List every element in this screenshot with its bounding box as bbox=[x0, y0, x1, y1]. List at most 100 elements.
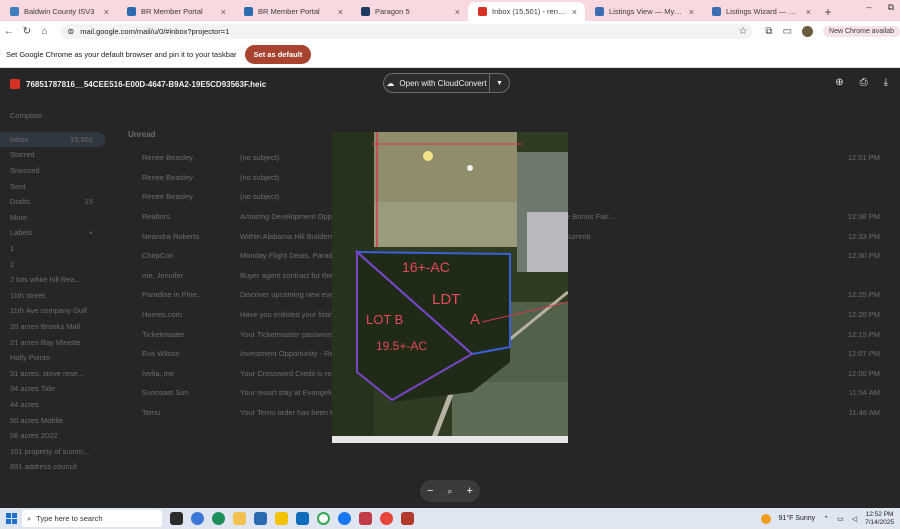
sidebar-item-label: 20 acres Brooks Mall bbox=[10, 322, 81, 332]
sidebar-item[interactable]: Starred bbox=[0, 147, 105, 163]
reload-button[interactable]: ↻ bbox=[18, 26, 36, 37]
mls-app-icon[interactable] bbox=[359, 512, 372, 525]
sidebar-item[interactable]: Holly Pointe bbox=[0, 350, 105, 366]
extensions-icon[interactable]: ⧉ bbox=[765, 26, 772, 37]
sidebar-item-label: 101 property of summ... bbox=[10, 446, 90, 456]
home-button[interactable]: ⌂ bbox=[36, 26, 54, 37]
row-sender: Neandra Roberts bbox=[142, 231, 200, 241]
tab-label: Listings View — My State MLS bbox=[609, 7, 684, 16]
tab-close-icon[interactable]: × bbox=[806, 7, 811, 17]
sidebar-item[interactable]: 891 address council bbox=[0, 459, 105, 475]
sidepanel-icon[interactable]: ▭ bbox=[783, 26, 792, 37]
chrome-profile-icon[interactable] bbox=[380, 512, 393, 525]
tab-close-icon[interactable]: × bbox=[455, 7, 460, 17]
taskbar-search-box[interactable]: ⌕ Type here to search bbox=[22, 510, 162, 527]
open-with-dropdown-icon[interactable]: ▼ bbox=[490, 80, 509, 87]
sidebar-item[interactable]: Drafts 15 bbox=[0, 194, 105, 210]
sidebar-item[interactable]: 11th street bbox=[0, 288, 105, 304]
sidebar-item[interactable]: 21 acres Bay Minette bbox=[0, 334, 105, 350]
sidebar-item[interactable]: More bbox=[0, 210, 105, 226]
facebook-icon[interactable] bbox=[338, 512, 351, 525]
tab-close-icon[interactable]: × bbox=[572, 7, 577, 17]
sidebar-item[interactable]: 11th Ave company Gulf bbox=[0, 303, 105, 319]
sidebar-item[interactable]: Inbox 15,501 bbox=[0, 131, 105, 148]
set-as-default-button[interactable]: Set as default bbox=[244, 44, 312, 64]
sticky-app-icon[interactable] bbox=[275, 512, 288, 525]
open-with-cloudconvert-button[interactable]: ☁ Open with CloudConvert bbox=[384, 74, 490, 92]
update-chrome-badge[interactable]: New Chrome availab bbox=[823, 25, 900, 37]
zoom-reset-icon[interactable]: ⌕ bbox=[447, 486, 452, 497]
sidebar-item[interactable]: Labels + bbox=[0, 225, 105, 241]
tab-2[interactable]: BR Member Portal × bbox=[234, 2, 351, 21]
sidebar-item[interactable]: 50 acres Mobile bbox=[0, 412, 105, 428]
sidebar-item[interactable]: 2 bbox=[0, 256, 105, 272]
sidebar-item[interactable]: 1 bbox=[0, 241, 105, 257]
tab-6[interactable]: Listings Wizard — My State MLS × bbox=[702, 2, 819, 21]
tab-1[interactable]: BR Member Portal × bbox=[117, 2, 234, 21]
chevron-up-icon[interactable]: ⌃ bbox=[823, 515, 829, 523]
sidebar-item-label: 1 bbox=[10, 244, 15, 254]
tab-label: Baldwin County ISV3 bbox=[24, 7, 95, 16]
sidebar-item[interactable]: 34 acres Tide bbox=[0, 381, 105, 397]
sidebar-item-label: More bbox=[10, 212, 28, 222]
zoom-in-button[interactable]: + bbox=[467, 485, 473, 497]
sidebar-item[interactable]: 44 acres bbox=[0, 397, 105, 413]
restore-button[interactable]: ⧉ bbox=[888, 2, 894, 13]
chrome-icon[interactable] bbox=[317, 512, 330, 525]
outlook-icon[interactable] bbox=[296, 512, 309, 525]
tab-label: BR Member Portal bbox=[258, 7, 320, 16]
address-bar[interactable]: ⊜ mail.google.com/mail/u/0/#inbox?projec… bbox=[59, 23, 754, 39]
aerial-photo-svg: 16+-AC LDT A LOT B 19.5+-AC bbox=[332, 132, 568, 443]
sidebar-item[interactable]: 101 property of summ... bbox=[0, 443, 105, 459]
tab-favicon-icon bbox=[478, 7, 487, 16]
row-sender: Temu bbox=[142, 408, 161, 418]
annotation-lot-a-acres: 16+-AC bbox=[402, 259, 450, 275]
tab-5[interactable]: Listings View — My State MLS × bbox=[585, 2, 702, 21]
file-explorer-icon[interactable] bbox=[233, 512, 246, 525]
store-icon[interactable] bbox=[254, 512, 267, 525]
print-icon[interactable]: ⎙ bbox=[860, 77, 868, 88]
tab-4[interactable]: Inbox (15,501) - reneedonede × bbox=[468, 2, 585, 21]
bookmark-star-icon[interactable]: ☆ bbox=[738, 26, 747, 37]
tab-close-icon[interactable]: × bbox=[338, 7, 343, 17]
sidebar-item[interactable]: 20 acres Brooks Mall bbox=[0, 319, 105, 335]
sidebar-item[interactable]: Sent bbox=[0, 178, 105, 194]
weather-text[interactable]: 91°F Sunny bbox=[779, 515, 816, 522]
download-icon[interactable]: ⤓ bbox=[884, 77, 888, 88]
network-icon[interactable]: ▭ bbox=[837, 515, 844, 523]
tab-favicon-icon bbox=[595, 7, 604, 16]
edge-icon[interactable] bbox=[212, 512, 225, 525]
new-tab-button[interactable]: + bbox=[819, 2, 837, 21]
copilot-icon[interactable] bbox=[191, 512, 204, 525]
add-to-drive-icon[interactable]: ⊕ bbox=[835, 77, 843, 88]
tab-close-icon[interactable]: × bbox=[104, 7, 109, 17]
tab-close-icon[interactable]: × bbox=[221, 7, 226, 17]
minimize-button[interactable]: – bbox=[867, 2, 872, 13]
tab-0[interactable]: Baldwin County ISV3 × bbox=[0, 2, 117, 21]
task-view-icon[interactable] bbox=[170, 512, 183, 525]
sidebar-item-label: 11th street bbox=[10, 290, 45, 300]
sidebar-item[interactable]: Snoozed bbox=[0, 163, 105, 179]
viewer-actions: ⊕ ⎙ ⤓ bbox=[835, 77, 888, 88]
row-sender: Homes.com bbox=[142, 310, 183, 320]
tab-label: Inbox (15,501) - reneedonede bbox=[492, 7, 567, 16]
zoom-out-button[interactable]: − bbox=[427, 485, 433, 497]
viewer-header: 76851787816__54CEE516-E00D-4647-B9A2-19E… bbox=[0, 68, 900, 100]
volume-icon[interactable]: ◁ bbox=[852, 515, 857, 523]
site-info-icon[interactable]: ⊜ bbox=[68, 27, 75, 36]
sidebar-item[interactable]: 31 acres, stove rese... bbox=[0, 366, 105, 382]
tab-3[interactable]: Paragon 5 × bbox=[351, 2, 468, 21]
row-date: 12:20 PM bbox=[847, 310, 880, 320]
sidebar-item[interactable]: 2 lots white hill Rea... bbox=[0, 272, 105, 288]
sidebar-item[interactable]: 56 acres 2022 bbox=[0, 428, 105, 444]
sidebar-item-label: Starred bbox=[10, 150, 35, 160]
pinned-app-icon[interactable] bbox=[401, 512, 414, 525]
back-button[interactable]: ← bbox=[0, 26, 18, 37]
tab-close-icon[interactable]: × bbox=[689, 7, 694, 17]
tab-favicon-icon bbox=[712, 7, 721, 16]
sidebar-item[interactable]: Compose bbox=[0, 108, 105, 124]
windows-start-icon[interactable] bbox=[0, 513, 22, 524]
profile-avatar[interactable] bbox=[802, 25, 814, 37]
clock[interactable]: 12:52 PM 7/14/2025 bbox=[865, 511, 894, 527]
tab-favicon-icon bbox=[244, 7, 253, 16]
